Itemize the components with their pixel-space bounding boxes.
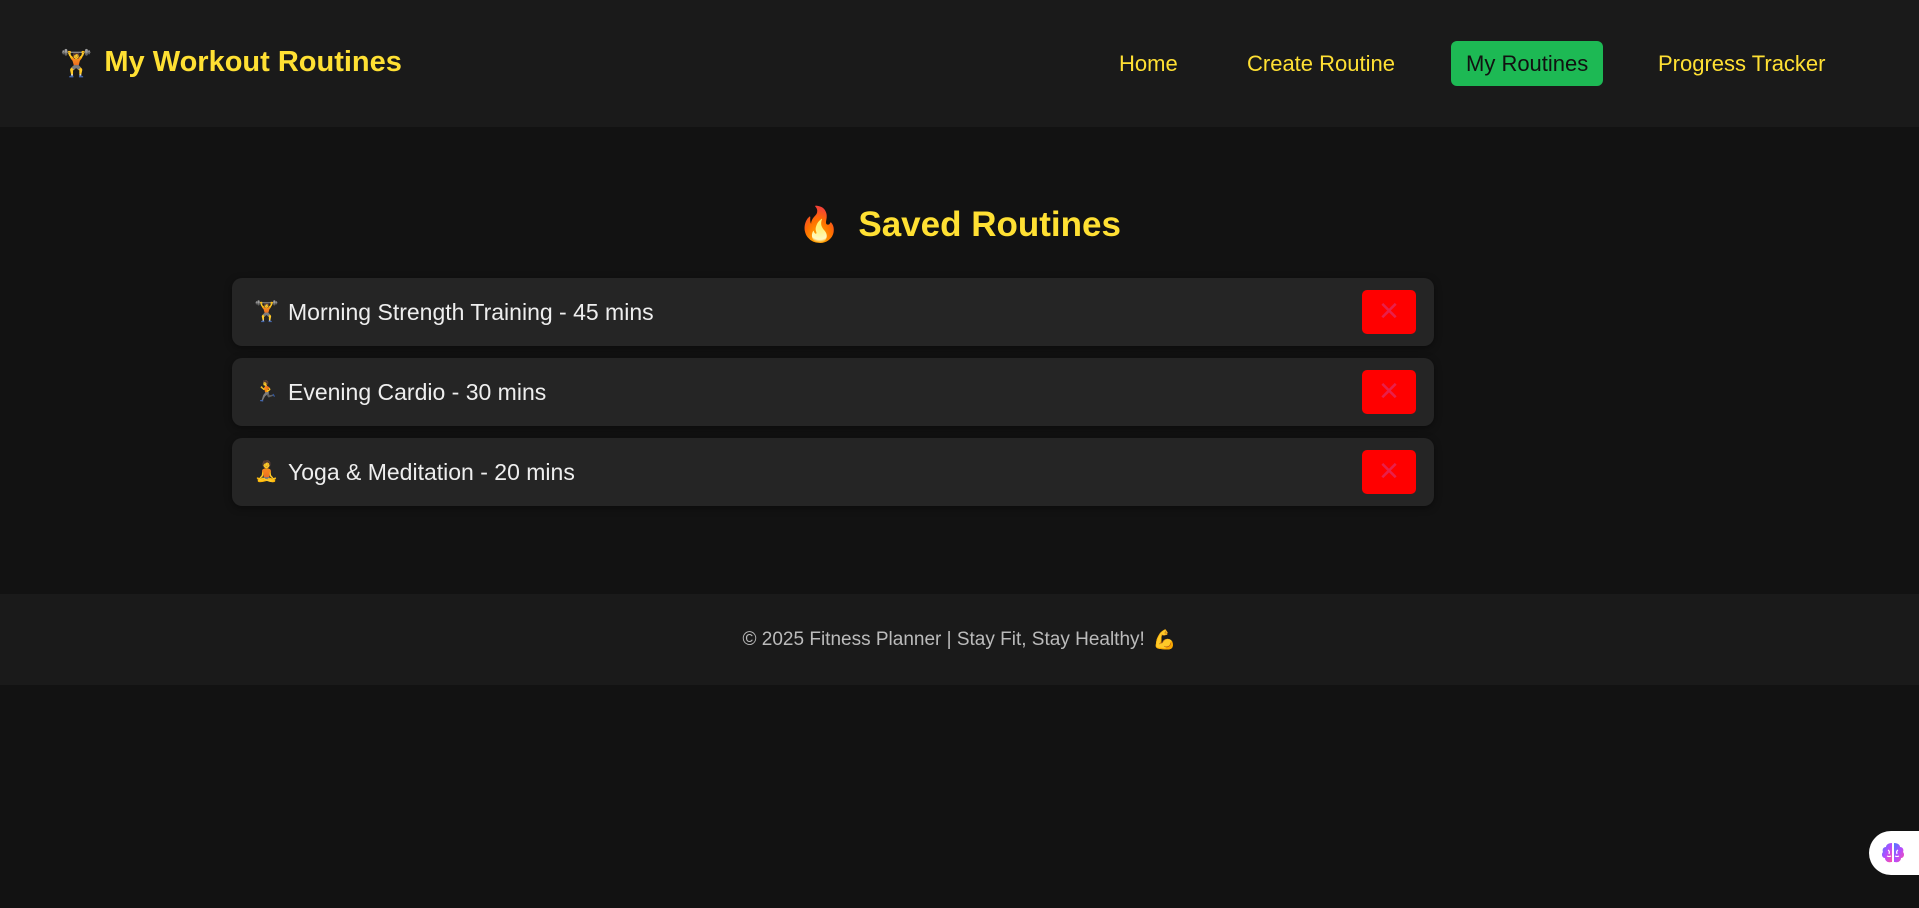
nav-my-routines[interactable]: My Routines [1451,41,1604,86]
section-title-text: Saved Routines [858,205,1121,244]
nav-create-routine[interactable]: Create Routine [1247,41,1395,86]
footer: © 2025 Fitness Planner | Stay Fit, Stay … [0,594,1919,685]
section-title: 🔥 Saved Routines [0,205,1919,245]
flexed-biceps-icon: 💪 [1152,629,1177,651]
routine-item: 🧘 Yoga & Meditation - 20 mins ✕ [232,438,1434,506]
meditation-icon: 🧘 [254,461,279,483]
runner-icon: 🏃 [254,381,279,403]
close-icon: ✕ [1378,297,1400,327]
close-icon: ✕ [1378,377,1400,407]
delete-routine-button[interactable]: ✕ [1362,450,1416,494]
header: 🏋 My Workout Routines Home Create Routin… [0,0,1919,127]
footer-text: © 2025 Fitness Planner | Stay Fit, Stay … [742,628,1145,650]
routine-item: 🏋 Morning Strength Training - 45 mins ✕ [232,278,1434,346]
nav-progress-tracker[interactable]: Progress Tracker [1658,41,1826,86]
routine-label: Morning Strength Training - 45 mins [288,298,654,325]
routine-label: Evening Cardio - 30 mins [288,378,547,405]
routine-list: 🏋 Morning Strength Training - 45 mins ✕ … [232,278,1434,518]
delete-routine-button[interactable]: ✕ [1362,370,1416,414]
brain-icon [1881,843,1905,863]
fire-icon: 🔥 [798,206,841,244]
routine-label: Yoga & Meditation - 20 mins [288,458,575,485]
delete-routine-button[interactable]: ✕ [1362,290,1416,334]
nav-home[interactable]: Home [1119,41,1178,86]
weightlifter-icon: 🏋 [254,301,279,323]
assistant-button[interactable] [1869,831,1919,875]
routine-item: 🏃 Evening Cardio - 30 mins ✕ [232,358,1434,426]
close-icon: ✕ [1378,457,1400,487]
main-nav: Home Create Routine My Routines Progress… [0,41,1919,86]
